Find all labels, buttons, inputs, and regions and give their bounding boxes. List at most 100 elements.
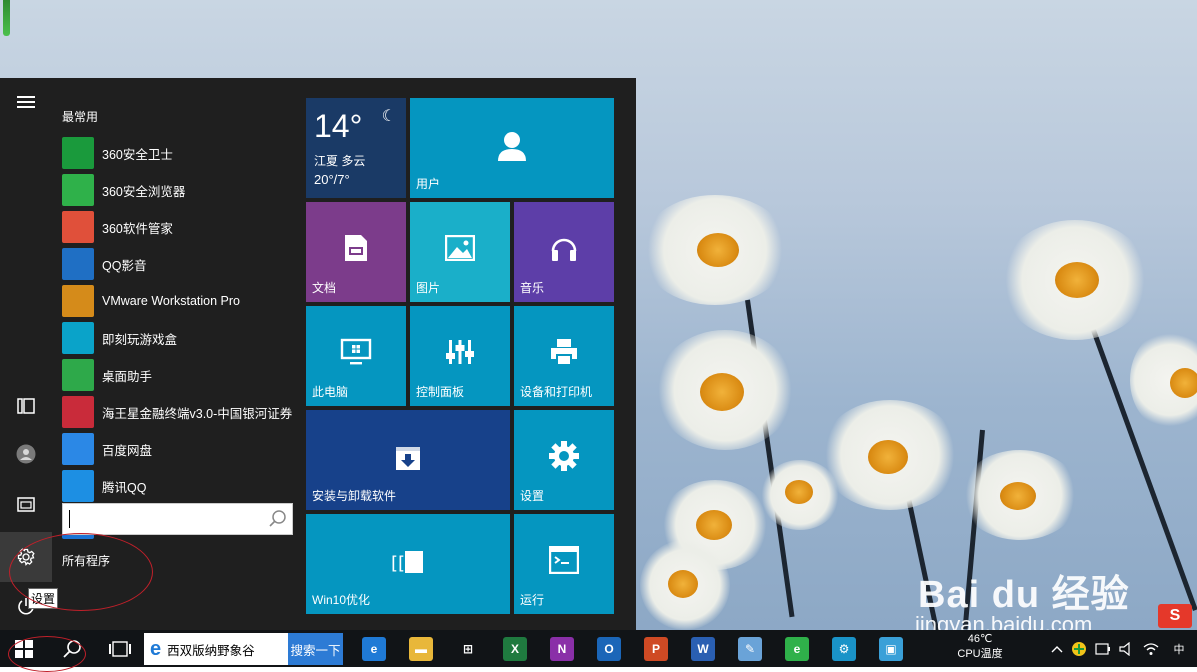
weather-temperature: 14°	[314, 108, 363, 144]
pictures-tile[interactable]: 图片	[410, 202, 510, 302]
this-pc-tile[interactable]: 此电脑	[306, 306, 406, 406]
user-tile[interactable]: 用户	[410, 98, 614, 198]
control-panel-tile[interactable]: 控制面板	[410, 306, 510, 406]
task-view-button[interactable]	[96, 630, 144, 667]
game-box-icon	[62, 322, 94, 354]
sound-button[interactable]	[1116, 630, 1138, 667]
search-icon[interactable]	[268, 509, 288, 529]
control-panel-tile-label: 控制面板	[416, 385, 465, 399]
documents-tile[interactable]: 文档	[306, 202, 406, 302]
music-tile[interactable]: 音乐	[514, 202, 614, 302]
app-list-item[interactable]: 腾讯QQ	[62, 469, 302, 503]
settings-tile[interactable]: 设置	[514, 410, 614, 510]
360-security-icon	[62, 137, 94, 169]
control-panel-task-taskbar-button[interactable]: ▣	[871, 630, 911, 667]
sliders-icon	[442, 334, 478, 370]
task-view-rail-button[interactable]	[0, 382, 52, 430]
app-label: VMware Workstation Pro	[102, 294, 241, 308]
annotation-circle	[9, 533, 153, 611]
start-search-box[interactable]	[62, 503, 293, 535]
task-view-icon	[109, 640, 131, 657]
pictures-tile-label: 图片	[416, 281, 441, 295]
baidu-netdisk-icon	[62, 433, 94, 465]
qq-player-icon	[62, 248, 94, 280]
run-tile[interactable]: 运行	[514, 514, 614, 614]
outlook-taskbar-button[interactable]: O	[589, 630, 629, 667]
this-pc-tile-label: 此电脑	[312, 385, 349, 399]
app-list-item[interactable]: 360安全卫士	[62, 136, 302, 170]
powerpoint-icon: P	[644, 636, 668, 661]
weather-city: 江夏 多云	[314, 154, 366, 168]
daisy-center	[785, 480, 813, 504]
speaker-icon	[1119, 641, 1130, 656]
word-icon: W	[691, 636, 715, 661]
app-list-item[interactable]: 桌面助手	[62, 358, 302, 392]
tablet-tray-icon	[1095, 642, 1110, 655]
app-label: 腾讯QQ	[102, 480, 147, 495]
edge-icon: e	[362, 636, 386, 661]
hamburger-icon	[17, 96, 35, 108]
onenote-taskbar-button[interactable]: N	[542, 630, 582, 667]
app-list-item[interactable]: 百度网盘	[62, 432, 302, 466]
tablet-tray-button[interactable]	[1092, 630, 1114, 667]
search-input[interactable]	[69, 504, 268, 534]
daisy-center	[1055, 262, 1099, 298]
sogou-ime-badge[interactable]: S	[1158, 604, 1192, 628]
word-taskbar-button[interactable]: W	[683, 630, 723, 667]
file-explorer-rail-button[interactable]	[0, 480, 52, 528]
outlook-icon: O	[597, 636, 621, 661]
printer-icon	[546, 334, 582, 370]
app-list-item[interactable]: 360安全浏览器	[62, 173, 302, 207]
app-list-item[interactable]: 360软件管家	[62, 210, 302, 244]
document-icon	[338, 230, 374, 266]
install-uninstall-tile[interactable]: 安装与卸载软件	[306, 410, 510, 510]
file-explorer-taskbar-button[interactable]: ▬	[401, 630, 441, 667]
daisy-center	[1170, 368, 1197, 398]
search-web-button[interactable]: 搜索一下	[288, 633, 343, 665]
weather-tile[interactable]: ☾ 14° 江夏 多云 20°/7°	[306, 98, 406, 198]
win10-optimize-tile[interactable]: [[ Win10优化	[306, 514, 510, 614]
vmware-icon	[62, 285, 94, 317]
show-hidden-icons-button[interactable]	[1048, 630, 1066, 667]
user-account-button[interactable]	[0, 430, 52, 478]
app-label: 桌面助手	[102, 369, 153, 384]
qq-icon	[62, 470, 94, 502]
desktop-helper-icon	[62, 359, 94, 391]
settings-gear-icon	[546, 438, 582, 474]
ime-button[interactable]: 中	[1164, 630, 1194, 667]
user-tile-label: 用户	[416, 177, 441, 191]
app-list-item[interactable]: 即刻玩游戏盒	[62, 321, 302, 355]
wifi-icon	[1143, 642, 1159, 655]
explorer-icon	[17, 497, 35, 512]
app-list-item[interactable]: VMware Workstation Pro	[62, 284, 302, 318]
ie-taskbar-window[interactable]: e 西双版纳野象谷	[144, 633, 288, 665]
finance-terminal-icon	[62, 396, 94, 428]
network-button[interactable]	[1140, 630, 1162, 667]
daisy-center	[697, 233, 739, 267]
run-tile-label: 运行	[520, 593, 545, 607]
excel-taskbar-button[interactable]: X	[495, 630, 535, 667]
app-list-item[interactable]: 海王星金融终端v3.0-中国银河证券	[62, 395, 302, 429]
devices-printers-tile[interactable]: 设备和打印机	[514, 306, 614, 406]
app-label: 360安全卫士	[102, 147, 173, 162]
powerpoint-taskbar-button[interactable]: P	[636, 630, 676, 667]
edge-taskbar-button[interactable]: e	[354, 630, 394, 667]
360-browser-task-taskbar-button[interactable]: e	[777, 630, 817, 667]
daisy-center	[868, 440, 908, 474]
360-tray-button[interactable]	[1068, 630, 1090, 667]
taskbar: e 西双版纳野象谷 搜索一下 e ▬ ⊞ X N O P W ✎ e ⚙ ▣ 中 46℃ CPU温度	[0, 630, 1197, 667]
tablet-mode-icon	[17, 398, 35, 414]
excel-icon: X	[503, 636, 527, 661]
app-label: 即刻玩游戏盒	[102, 332, 178, 347]
install-box-icon	[390, 440, 426, 476]
360-tray-icon	[1072, 641, 1086, 656]
ie-icon: e	[150, 637, 162, 660]
run-console-icon	[546, 544, 582, 576]
expand-menu-button[interactable]	[0, 78, 52, 126]
app-label: 360软件管家	[102, 221, 173, 236]
paint-taskbar-button[interactable]: ✎	[730, 630, 770, 667]
user-avatar-icon	[16, 444, 36, 464]
store-taskbar-button[interactable]: ⊞	[448, 630, 488, 667]
settings-task-taskbar-button[interactable]: ⚙	[824, 630, 864, 667]
app-list-item[interactable]: QQ影音	[62, 247, 302, 281]
